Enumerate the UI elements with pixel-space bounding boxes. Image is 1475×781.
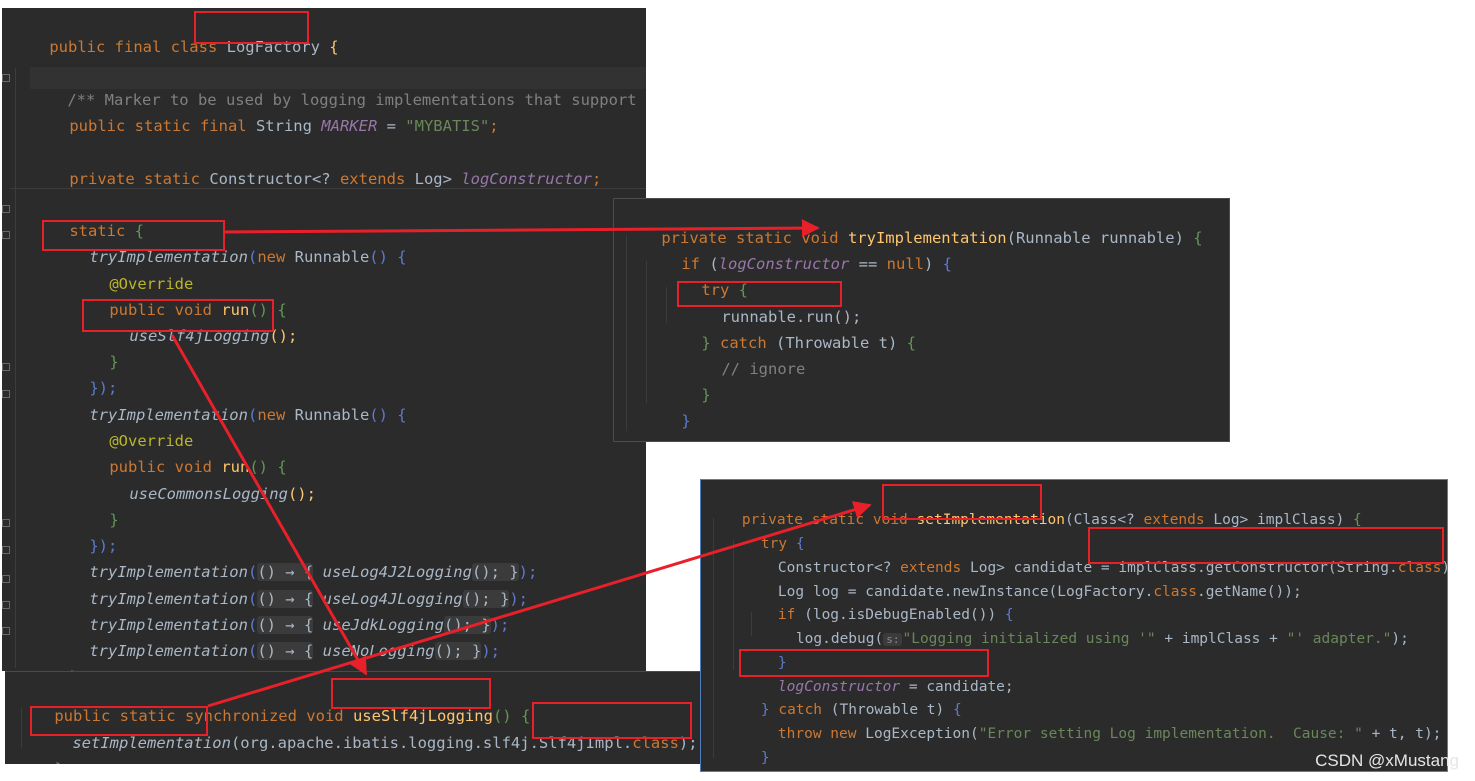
use-slf4j-method-panel: public static synchronized void useSlf4j…: [5, 671, 705, 764]
set-implementation-declaration: private static void setImplementation(Cl…: [741, 512, 1362, 528]
set-method-close: }: [707, 748, 751, 770]
run-close-1: }: [109, 353, 119, 371]
lambda-call-log4j: tryImplementation(() → { useLog4JLogging…: [89, 590, 528, 608]
static-block-open: static {: [69, 222, 144, 240]
catch-close: }: [701, 386, 711, 404]
lambda-call-jdk: tryImplementation(() → { useJdkLogging()…: [89, 616, 510, 634]
throw-line: throw new LogException("Error setting Lo…: [777, 726, 1442, 742]
debug-enabled-check: if (log.isDebugEnabled()) {: [777, 607, 1014, 623]
method-close: }: [624, 415, 670, 441]
class-name-logfactory: LogFactory: [226, 38, 320, 56]
marker-field: public static final String MARKER = "MYB…: [69, 117, 499, 135]
try-implementation-declaration: private static void tryImplementation(Ru…: [661, 229, 1203, 247]
parameter-hint: s:: [883, 633, 903, 646]
candidate-declaration: Constructor<? extends Log> candidate = i…: [777, 560, 1447, 576]
runnable-close-2: });: [89, 537, 118, 555]
set-try-keyword: try {: [760, 536, 805, 552]
try-implementation-call-2: tryImplementation(new Runnable() {: [89, 406, 407, 424]
debug-log-line: log.debug(s: "Logging initialized using '…: [795, 631, 1409, 647]
logconstructor-field: private static Constructor<? extends Log…: [69, 170, 602, 188]
catch-close-set: }: [760, 750, 770, 766]
catch-clause: } catch (Throwable t) {: [701, 334, 916, 352]
override-annotation-2: @Override: [109, 432, 194, 450]
lambda-call-nologging: tryImplementation(() → { useNoLogging();…: [89, 642, 500, 660]
assign-logconstructor: logConstructor = candidate;: [777, 679, 1014, 695]
use-slf4j-close: }: [17, 736, 63, 764]
if-close: }: [681, 412, 691, 430]
use-commons-call: useCommonsLogging();: [129, 485, 316, 503]
class-declaration: public final class LogFactory {: [49, 38, 339, 56]
set-implementation-call: setImplementation(org.apache.ibatis.logg…: [72, 734, 698, 752]
run-method-1: public void run() {: [109, 301, 287, 319]
runnable-close-1: });: [89, 379, 118, 397]
run-close-2: }: [109, 511, 119, 529]
set-catch-clause: } catch (Throwable t) {: [760, 702, 962, 718]
runnable-run-call: runnable.run();: [721, 308, 862, 326]
use-slf4j-call: useSlf4jLogging();: [129, 327, 298, 345]
try-implementation-panel: private static void tryImplementation(Ru…: [613, 198, 1230, 442]
try-keyword: try {: [701, 281, 748, 299]
ignore-comment: // ignore: [721, 360, 806, 378]
set-implementation-panel: private static void setImplementation(Cl…: [700, 479, 1448, 772]
static-block-close: }: [32, 644, 78, 671]
override-annotation-1: @Override: [109, 275, 194, 293]
try-implementation-call-1: tryImplementation(new Runnable() {: [89, 248, 407, 266]
debug-if-close: }: [777, 655, 787, 671]
watermark: CSDN @xMustang: [1315, 751, 1459, 770]
if-null-check: if (logConstructor == null) {: [681, 255, 952, 273]
lambda-call-log4j2: tryImplementation(() → { useLog4J2Loggin…: [89, 563, 538, 581]
use-slf4j-declaration: public static synchronized void useSlf4j…: [54, 707, 531, 725]
new-instance-line: Log log = candidate.newInstance(LogFacto…: [777, 584, 1302, 600]
logfactory-panel: public final class LogFactory { /** Mark…: [2, 8, 646, 671]
javadoc-comment: /** Marker to be used by logging impleme…: [30, 67, 646, 109]
run-method-2: public void run() {: [109, 458, 287, 476]
